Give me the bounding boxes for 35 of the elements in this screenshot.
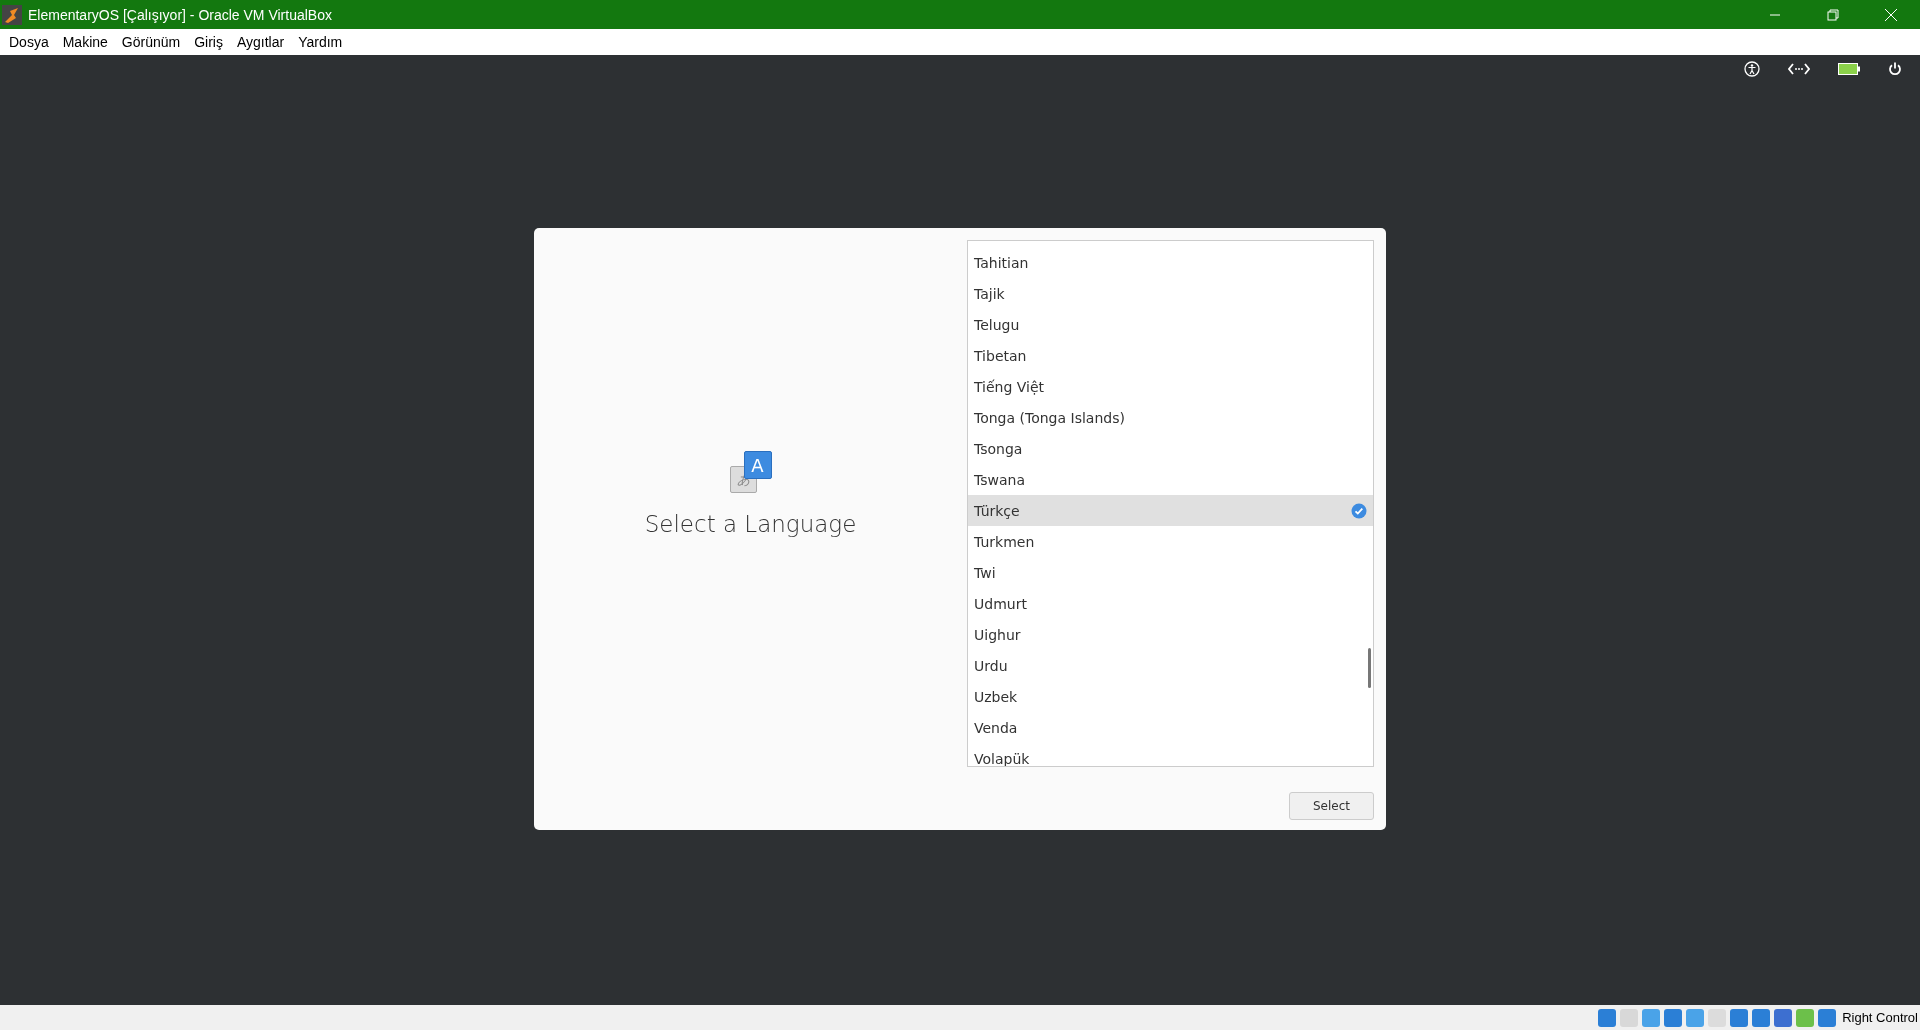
language-item[interactable]: Venda [968,712,1373,743]
language-item[interactable]: Tiếng Việt [968,371,1373,402]
language-item[interactable]: Tsonga [968,433,1373,464]
language-item[interactable]: Volapük [968,743,1373,766]
language-item[interactable]: Twi [968,557,1373,588]
close-icon [1884,7,1898,22]
select-button[interactable]: Select [1289,792,1374,820]
language-item[interactable]: Tahitian [968,247,1373,278]
language-item[interactable]: Udmurt [968,588,1373,619]
restore-icon [1827,8,1839,21]
language-item[interactable]: Telugu [968,309,1373,340]
language-item[interactable]: Tajik [968,278,1373,309]
language-item[interactable]: Urdu [968,650,1373,681]
dialog-heading: Select a Language [644,511,857,537]
scrollbar-thumb[interactable] [1368,648,1371,688]
battery-icon[interactable] [1838,63,1860,75]
language-item[interactable]: Türkçe [968,495,1373,526]
menu-item[interactable]: Dosya [2,29,56,55]
language-item[interactable]: Tonga (Tonga Islands) [968,402,1373,433]
language-item[interactable]: Tibetan [968,340,1373,371]
language-item[interactable]: Tswana [968,464,1373,495]
power-icon[interactable] [1888,62,1902,76]
menu-item[interactable]: Aygıtlar [229,29,292,55]
menu-item[interactable]: Yardım [291,29,350,55]
checkmark-icon [1351,502,1367,519]
window-title: ElementaryOS [Çalışıyor] - Oracle VM VirtualBox [28,6,333,23]
menu-item[interactable]: Makine [55,29,115,55]
language-item[interactable]: Uzbek [968,681,1373,712]
app-logo-icon [2,4,22,25]
host-key-label: Right Control [1842,1010,1918,1025]
language-item[interactable]: Uighur [968,619,1373,650]
accessibility-icon[interactable] [1744,61,1760,77]
language-item[interactable]: Turkmen [968,526,1373,557]
menu-item[interactable]: Görünüm [114,29,188,55]
menu-item[interactable]: Giriş [187,29,230,55]
